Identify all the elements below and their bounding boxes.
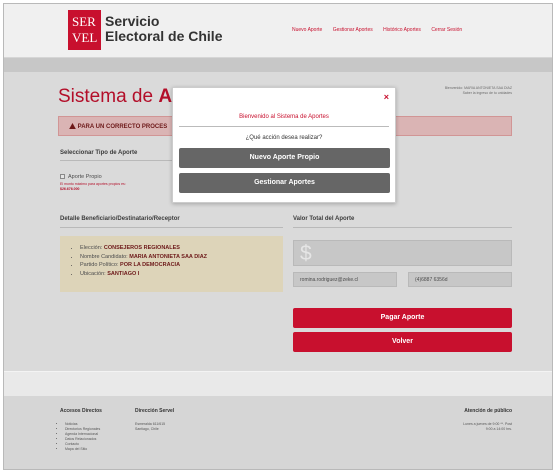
accesos-directos-title: Accesos Directos xyxy=(60,408,102,414)
modal-divider xyxy=(179,126,389,127)
brand-line-1: Servicio xyxy=(105,13,160,29)
brand-name: Servicio Electoral de Chile xyxy=(105,14,222,44)
direccion-title: Dirección Servel xyxy=(135,408,175,414)
nuevo-aporte-propio-button[interactable]: Nuevo Aporte Propio xyxy=(179,148,390,168)
modal-question: ¿Qué acción desea realizar? xyxy=(245,135,323,141)
direccion-line-2: Santiago, Chile xyxy=(135,427,159,431)
direccion-text: Esmeralda 611/615 Santiago, Chile xyxy=(135,422,165,432)
nav-historico-aportes[interactable]: Histórico Aportes xyxy=(383,27,421,33)
modal-title: Bienvenido al Sistema de Aportes xyxy=(239,114,329,120)
site-header: SER VEL Servicio Electoral de Chile Nuev… xyxy=(4,4,552,58)
pagar-aporte-button[interactable]: Pagar Aporte xyxy=(293,308,512,328)
brand-line-2: Electoral de Chile xyxy=(105,28,223,44)
action-modal: × Bienvenido al Sistema de Aportes ¿Qué … xyxy=(172,87,396,203)
nav-cerrar-sesion[interactable]: Cerrar Sesión xyxy=(431,27,462,33)
gestionar-aportes-button[interactable]: Gestionar Aportes xyxy=(179,173,390,193)
servel-logo[interactable]: SER VEL xyxy=(68,10,101,50)
footer-link-mapa[interactable]: Mapa del Sitio xyxy=(65,447,100,452)
volver-button[interactable]: Volver xyxy=(293,332,512,352)
app-window: SER VEL Servicio Electoral de Chile Nuev… xyxy=(3,3,553,470)
nav-nuevo-aporte[interactable]: Nuevo Aporte xyxy=(292,27,322,33)
atencion-title: Atención de público xyxy=(464,408,512,414)
accesos-directos-list: Noticias Directorios Regionales Agenda I… xyxy=(60,422,100,452)
nav-gestionar-aportes[interactable]: Gestionar Aportes xyxy=(333,27,373,33)
close-icon[interactable]: × xyxy=(384,92,389,102)
atencion-text: Lunes a jueves de 9:00 **. Post 9:00 a 1… xyxy=(424,422,512,432)
atencion-line-2: 9:00 a 14:00 hrs. xyxy=(485,427,512,431)
top-navigation: Nuevo Aporte Gestionar Aportes Histórico… xyxy=(292,27,471,33)
logo-text-top: SER xyxy=(72,14,96,29)
site-footer: Accesos Directos Noticias Directorios Re… xyxy=(4,396,552,469)
logo-text-bottom: VEL xyxy=(72,30,98,45)
